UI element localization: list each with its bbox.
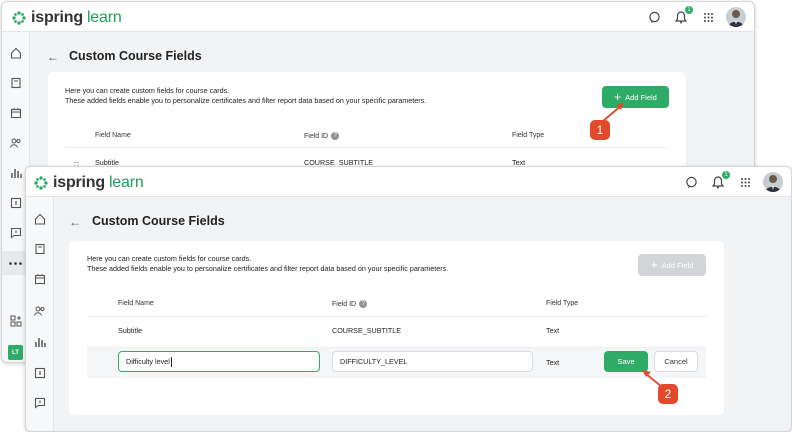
description-line-2: These added fields enable you to persona…	[65, 96, 427, 105]
header-field-id: Field ID?	[304, 132, 340, 140]
home-icon[interactable]	[32, 211, 47, 226]
calendar-icon[interactable]	[8, 105, 23, 120]
row-field-type: Text	[546, 326, 560, 335]
top-icons: 1	[682, 171, 783, 192]
user-initials-badge[interactable]: LT	[8, 345, 23, 360]
text-cursor	[170, 356, 172, 367]
save-label: Save	[617, 357, 635, 366]
home-icon[interactable]	[8, 45, 23, 60]
field-id-input[interactable]: DIFFICULTY_LEVEL	[332, 351, 533, 372]
book-icon[interactable]	[8, 75, 23, 90]
calendar-icon[interactable]	[32, 271, 47, 286]
reports-icon[interactable]	[32, 334, 47, 349]
logo-text-learn: learn	[108, 174, 144, 191]
arrow-1-icon	[602, 103, 624, 122]
feedback-icon[interactable]	[8, 225, 23, 240]
apps-grid-icon[interactable]	[699, 8, 717, 26]
header-field-name: Field Name	[95, 132, 131, 139]
app-logo[interactable]: ispring learn	[11, 9, 122, 27]
ispring-logo-icon	[12, 11, 26, 25]
description-line-1: Here you can create custom fields for co…	[65, 86, 230, 95]
feedback-icon[interactable]	[32, 395, 47, 410]
header-field-id: Field ID?	[332, 300, 368, 308]
logo-text-ispring: ispring	[31, 9, 83, 26]
page-title: Custom Course Fields	[92, 214, 225, 228]
logo-text-learn: learn	[86, 9, 122, 26]
description-line-2: These added fields enable you to persona…	[87, 264, 449, 273]
header-field-type: Field Type	[512, 132, 545, 139]
step-2-marker: 2	[658, 384, 678, 404]
avatar[interactable]	[726, 7, 746, 27]
users-icon[interactable]	[8, 135, 23, 150]
help-icon[interactable]: ?	[359, 300, 368, 308]
header-field-id-label: Field ID	[304, 132, 329, 140]
notification-badge: 1	[685, 6, 693, 14]
sidebar	[26, 197, 54, 431]
back-arrow-icon[interactable]: ←	[47, 50, 59, 64]
top-bar: ispring learn 1	[2, 2, 754, 32]
description-line-1: Here you can create custom fields for co…	[87, 254, 252, 263]
bell-icon[interactable]: 1	[709, 171, 730, 191]
header-field-id-label: Field ID	[332, 300, 357, 308]
logo-text-ispring: ispring	[53, 174, 105, 191]
notification-badge: 1	[722, 171, 730, 179]
fields-card: Here you can create custom fields for co…	[69, 241, 724, 415]
bell-icon[interactable]: 1	[672, 6, 693, 26]
field-name-value: Difficulty level	[126, 357, 170, 366]
avatar[interactable]	[763, 172, 783, 192]
description: Here you can create custom fields for co…	[87, 254, 448, 274]
field-id-value: DIFFICULTY_LEVEL	[340, 357, 408, 366]
plus-icon: +	[650, 258, 658, 272]
cancel-label: Cancel	[664, 357, 688, 366]
header-field-type: Field Type	[546, 300, 579, 307]
top-icons: 1	[645, 6, 746, 27]
page-title: Custom Course Fields	[69, 49, 202, 63]
field-name-input[interactable]: Difficulty level	[118, 351, 320, 372]
header-field-name: Field Name	[118, 300, 154, 307]
add-field-button-disabled[interactable]: + Add Field	[638, 254, 706, 276]
app-logo[interactable]: ispring learn	[33, 174, 144, 192]
divider	[65, 147, 669, 148]
add-field-label: Add Field	[661, 260, 694, 270]
description: Here you can create custom fields for co…	[65, 86, 426, 106]
help-icon[interactable]: ?	[331, 132, 340, 140]
add-apps-icon[interactable]	[8, 313, 23, 328]
book-icon[interactable]	[32, 241, 47, 256]
chat-icon[interactable]	[682, 173, 700, 191]
chat-icon[interactable]	[645, 8, 663, 26]
reports-icon[interactable]	[8, 165, 23, 180]
row-field-name: Subtitle	[118, 326, 142, 335]
apps-grid-icon[interactable]	[736, 173, 754, 191]
users-icon[interactable]	[32, 303, 47, 318]
edit-row-field-type: Text	[546, 358, 560, 367]
ispring-logo-icon	[34, 176, 48, 190]
events-icon[interactable]	[32, 365, 47, 380]
divider	[87, 316, 706, 317]
top-bar: ispring learn 1	[26, 167, 791, 197]
row-field-id: COURSE_SUBTITLE	[332, 326, 402, 335]
events-icon[interactable]	[8, 195, 23, 210]
back-arrow-icon[interactable]: ←	[69, 215, 81, 229]
